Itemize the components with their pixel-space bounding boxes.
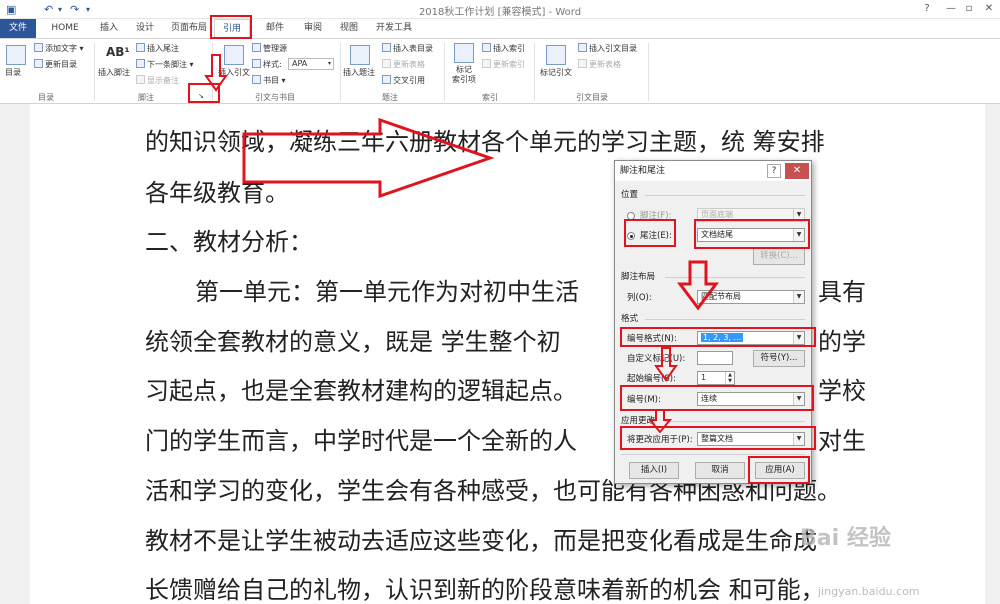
annotation-arrow-right: [242, 117, 495, 199]
annotation-arrows: [204, 54, 719, 434]
watermark-logo: Bai 经验: [800, 526, 891, 551]
annotation-arrow-down: [677, 260, 719, 311]
annotation-arrow-down: [647, 409, 673, 434]
watermark-url: jingyan.baidu.com: [818, 585, 920, 598]
annotation-arrow-down: [204, 54, 228, 92]
annotation-arrow-down: [654, 347, 678, 382]
